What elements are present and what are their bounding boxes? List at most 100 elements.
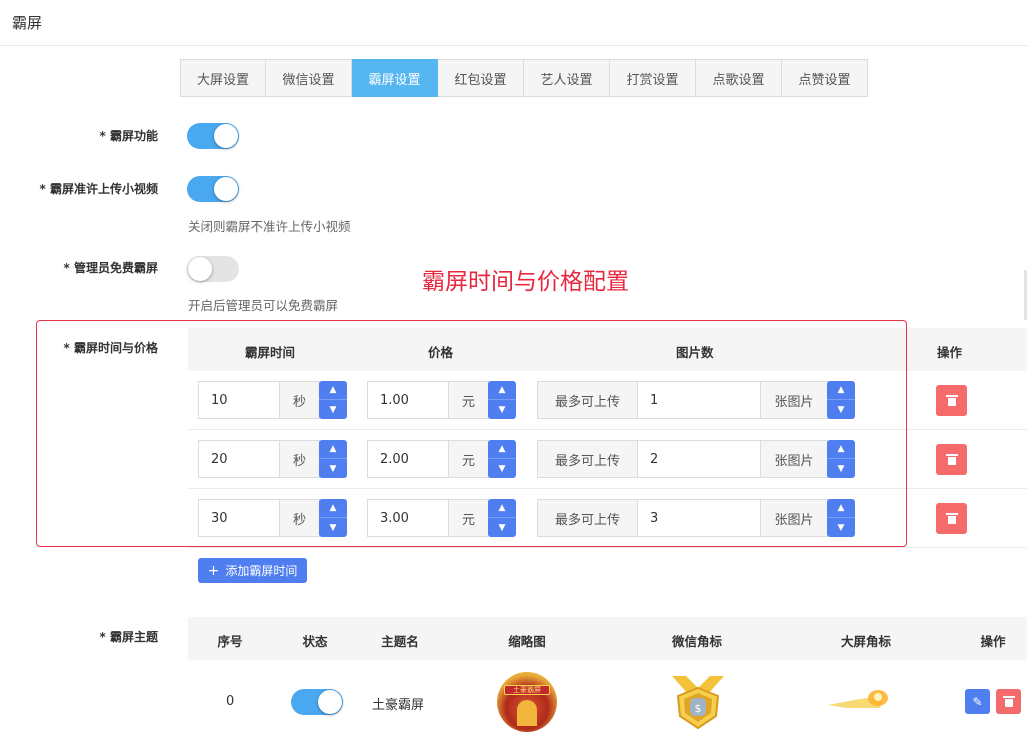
thumbnail-door bbox=[517, 700, 537, 726]
switch-knob bbox=[214, 177, 238, 201]
tab-reward-settings[interactable]: 打赏设置 bbox=[610, 59, 696, 97]
seconds-addon: 秒 bbox=[279, 440, 320, 478]
time-stepper[interactable]: ▲ ▼ bbox=[319, 440, 347, 478]
page-title: 霸屏 bbox=[12, 14, 43, 32]
price-stepper[interactable]: ▲ ▼ bbox=[488, 381, 516, 419]
trash-icon bbox=[945, 395, 958, 406]
images-stepper[interactable]: ▲ ▼ bbox=[827, 499, 855, 537]
th-images: 图片数 bbox=[676, 345, 714, 360]
chevron-down-icon[interactable]: ▼ bbox=[319, 400, 347, 419]
thumbnail-banner: 土豪霸屏 bbox=[504, 685, 550, 695]
feature-switch[interactable] bbox=[187, 123, 239, 149]
theme-status-switch[interactable] bbox=[291, 689, 343, 715]
price-stepper[interactable]: ▲ ▼ bbox=[488, 440, 516, 478]
currency-addon: 元 bbox=[448, 499, 489, 537]
tab-like-settings[interactable]: 点赞设置 bbox=[782, 59, 868, 97]
edit-theme-button[interactable]: ✎ bbox=[965, 689, 990, 714]
allow-video-label: * 霸屏准许上传小视频 bbox=[39, 182, 158, 196]
tab-artist-settings[interactable]: 艺人设置 bbox=[524, 59, 610, 97]
th-price: 价格 bbox=[428, 345, 454, 360]
th-thumbnail: 缩略图 bbox=[508, 634, 546, 649]
trash-icon bbox=[945, 513, 958, 524]
chevron-down-icon[interactable]: ▼ bbox=[488, 459, 516, 478]
row-divider bbox=[188, 429, 1027, 430]
tab-bapin-settings[interactable]: 霸屏设置 bbox=[352, 59, 438, 97]
chevron-up-icon[interactable]: ▲ bbox=[319, 381, 347, 400]
pencil-icon: ✎ bbox=[972, 694, 983, 709]
delete-row-button[interactable] bbox=[936, 503, 967, 534]
chevron-up-icon[interactable]: ▲ bbox=[488, 499, 516, 518]
chevron-down-icon[interactable]: ▼ bbox=[488, 518, 516, 537]
chevron-up-icon[interactable]: ▲ bbox=[827, 440, 855, 459]
seconds-addon: 秒 bbox=[279, 499, 320, 537]
price-stepper[interactable]: ▲ ▼ bbox=[488, 499, 516, 537]
chevron-up-icon[interactable]: ▲ bbox=[488, 381, 516, 400]
allow-video-help: 关闭则霸屏不准许上传小视频 bbox=[188, 219, 351, 234]
time-input[interactable]: 20 bbox=[198, 440, 280, 478]
page-header: 霸屏 bbox=[0, 0, 1027, 46]
time-stepper[interactable]: ▲ ▼ bbox=[319, 499, 347, 537]
switch-knob bbox=[188, 257, 212, 281]
admin-free-switch[interactable] bbox=[187, 256, 239, 282]
chevron-down-icon[interactable]: ▼ bbox=[319, 518, 347, 537]
images-input[interactable]: 1 bbox=[637, 381, 761, 419]
tab-screen-settings[interactable]: 大屏设置 bbox=[180, 59, 266, 97]
chevron-up-icon[interactable]: ▲ bbox=[488, 440, 516, 459]
images-input[interactable]: 2 bbox=[637, 440, 761, 478]
chevron-up-icon[interactable]: ▲ bbox=[319, 440, 347, 459]
time-price-label: * 霸屏时间与价格 bbox=[63, 341, 158, 355]
images-prefix-addon: 最多可上传 bbox=[537, 440, 638, 478]
svg-text:$: $ bbox=[695, 702, 702, 715]
chevron-up-icon[interactable]: ▲ bbox=[827, 381, 855, 400]
money-bag-badge-icon: $ bbox=[672, 676, 724, 730]
chevron-down-icon[interactable]: ▼ bbox=[827, 518, 855, 537]
plus-icon: + bbox=[207, 562, 220, 579]
delete-row-button[interactable] bbox=[936, 444, 967, 475]
delete-row-button[interactable] bbox=[936, 385, 967, 416]
currency-addon: 元 bbox=[448, 440, 489, 478]
theme-index: 0 bbox=[226, 694, 235, 709]
price-input[interactable]: 2.00 bbox=[367, 440, 449, 478]
chevron-down-icon[interactable]: ▼ bbox=[827, 400, 855, 419]
annotation-text: 霸屏时间与价格配置 bbox=[422, 269, 629, 295]
price-input[interactable]: 3.00 bbox=[367, 499, 449, 537]
add-time-button[interactable]: + 添加霸屏时间 bbox=[198, 558, 307, 583]
time-stepper[interactable]: ▲ ▼ bbox=[319, 381, 347, 419]
theme-name: 土豪霸屏 bbox=[372, 698, 425, 713]
theme-table-header: 序号 状态 主题名 缩略图 微信角标 大屏角标 操作 bbox=[188, 617, 1027, 660]
tab-redpacket-settings[interactable]: 红包设置 bbox=[438, 59, 524, 97]
tab-wechat-settings[interactable]: 微信设置 bbox=[266, 59, 352, 97]
th-index: 序号 bbox=[217, 634, 243, 649]
switch-knob bbox=[318, 690, 342, 714]
delete-theme-button[interactable] bbox=[996, 689, 1021, 714]
add-time-label: 添加霸屏时间 bbox=[225, 564, 298, 578]
row-divider bbox=[188, 488, 1027, 489]
theme-label: * 霸屏主题 bbox=[99, 630, 158, 644]
chevron-up-icon[interactable]: ▲ bbox=[319, 499, 347, 518]
time-input[interactable]: 30 bbox=[198, 499, 280, 537]
price-table-header: 霸屏时间 价格 图片数 操作 bbox=[188, 328, 1027, 371]
chevron-down-icon[interactable]: ▼ bbox=[319, 459, 347, 478]
images-stepper[interactable]: ▲ ▼ bbox=[827, 440, 855, 478]
th-ops: 操作 bbox=[937, 345, 963, 360]
images-stepper[interactable]: ▲ ▼ bbox=[827, 381, 855, 419]
tab-song-settings[interactable]: 点歌设置 bbox=[696, 59, 782, 97]
chevron-down-icon[interactable]: ▼ bbox=[827, 459, 855, 478]
theme-thumbnail: 土豪霸屏 bbox=[497, 672, 557, 732]
settings-tabs: 大屏设置 微信设置 霸屏设置 红包设置 艺人设置 打赏设置 点歌设置 点赞设置 bbox=[180, 59, 868, 97]
sparkle-badge-icon bbox=[828, 690, 888, 708]
switch-knob bbox=[214, 124, 238, 148]
images-input[interactable]: 3 bbox=[637, 499, 761, 537]
allow-video-switch[interactable] bbox=[187, 176, 239, 202]
th-time: 霸屏时间 bbox=[245, 345, 296, 360]
images-prefix-addon: 最多可上传 bbox=[537, 381, 638, 419]
chevron-up-icon[interactable]: ▲ bbox=[827, 499, 855, 518]
admin-free-label: * 管理员免费霸屏 bbox=[63, 261, 158, 275]
chevron-down-icon[interactable]: ▼ bbox=[488, 400, 516, 419]
th-status: 状态 bbox=[302, 634, 328, 649]
time-input[interactable]: 10 bbox=[198, 381, 280, 419]
seconds-addon: 秒 bbox=[279, 381, 320, 419]
images-prefix-addon: 最多可上传 bbox=[537, 499, 638, 537]
th-ops: 操作 bbox=[980, 634, 1006, 649]
price-input[interactable]: 1.00 bbox=[367, 381, 449, 419]
